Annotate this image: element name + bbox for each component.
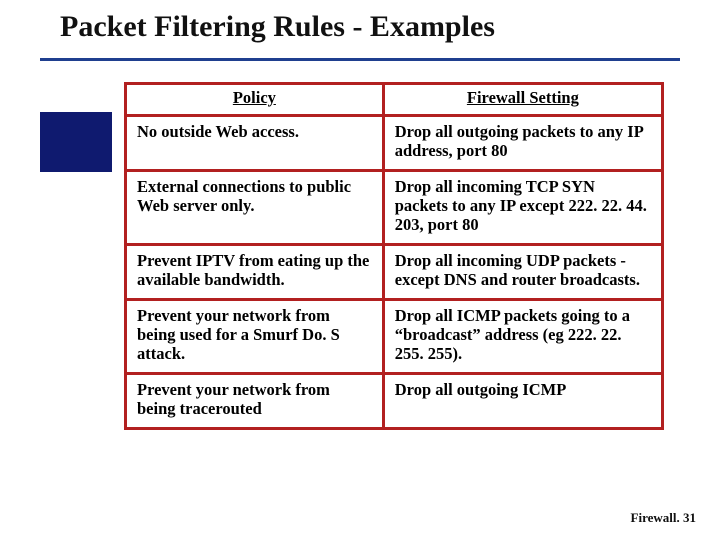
- table-row: Prevent your network from being used for…: [126, 299, 663, 373]
- cell-setting: Drop all outgoing ICMP: [383, 373, 662, 428]
- rules-table-container: Policy Firewall Setting No outside Web a…: [124, 82, 664, 430]
- table-row: Prevent your network from being tracerou…: [126, 373, 663, 428]
- slide-title: Packet Filtering Rules - Examples: [60, 10, 680, 44]
- cell-setting: Drop all incoming UDP packets - except D…: [383, 244, 662, 299]
- rules-table: Policy Firewall Setting No outside Web a…: [124, 82, 664, 430]
- cell-policy: Prevent your network from being used for…: [126, 299, 384, 373]
- table-row: No outside Web access. Drop all outgoing…: [126, 115, 663, 170]
- header-setting: Firewall Setting: [383, 84, 662, 116]
- table-row: External connections to public Web serve…: [126, 170, 663, 244]
- header-policy: Policy: [126, 84, 384, 116]
- table-row: Prevent IPTV from eating up the availabl…: [126, 244, 663, 299]
- left-accent-block: [40, 112, 112, 172]
- cell-setting: Drop all outgoing packets to any IP addr…: [383, 115, 662, 170]
- slide: Packet Filtering Rules - Examples Policy…: [0, 0, 720, 540]
- cell-policy: External connections to public Web serve…: [126, 170, 384, 244]
- slide-footer: Firewall. 31: [631, 510, 696, 526]
- cell-setting: Drop all incoming TCP SYN packets to any…: [383, 170, 662, 244]
- title-rule: [40, 58, 680, 61]
- cell-policy: No outside Web access.: [126, 115, 384, 170]
- table-header-row: Policy Firewall Setting: [126, 84, 663, 116]
- cell-policy: Prevent IPTV from eating up the availabl…: [126, 244, 384, 299]
- cell-setting: Drop all ICMP packets going to a “broadc…: [383, 299, 662, 373]
- cell-policy: Prevent your network from being tracerou…: [126, 373, 384, 428]
